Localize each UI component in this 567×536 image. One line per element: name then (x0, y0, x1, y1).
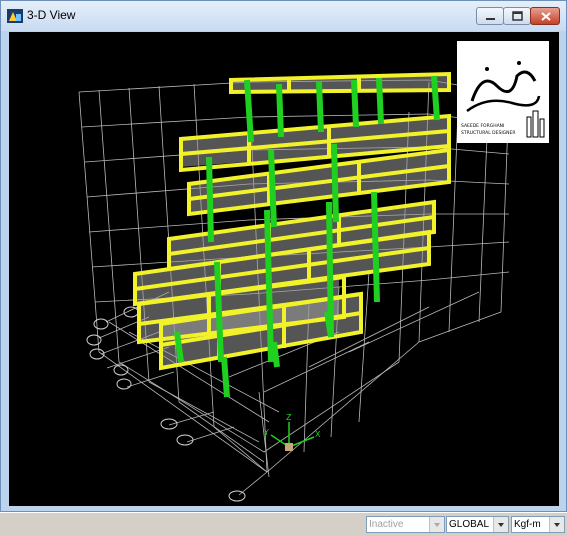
axis-label-x: X (315, 430, 321, 439)
title-bar[interactable]: 3-D View (1, 1, 566, 31)
minimize-icon (486, 18, 495, 20)
axis-label-y: Y (263, 428, 269, 437)
coordinate-system-value: GLOBAL (449, 519, 490, 530)
close-button[interactable] (530, 7, 560, 25)
close-icon (541, 12, 551, 21)
units-value: Kgf-m (514, 519, 541, 530)
chevron-down-icon[interactable] (549, 517, 564, 532)
designer-logo: SAEEDE FORGHANI STRUCTURAL DESIGNER (457, 41, 549, 143)
state-dropdown-value: Inactive (369, 519, 404, 530)
grid-bubble (228, 490, 246, 502)
logo-caption-1: SAEEDE FORGHANI (461, 123, 504, 129)
grid-bubble (93, 318, 109, 330)
chevron-down-icon (429, 517, 444, 532)
status-bar: Inactive GLOBAL Kgf-m (0, 512, 567, 536)
3d-view-window: 3-D View Z Y X SAEEDE FORGHANI STRUCTURA… (0, 0, 567, 512)
etabs-app-icon (7, 9, 23, 23)
units-dropdown[interactable]: Kgf-m (511, 516, 565, 533)
chevron-down-icon[interactable] (493, 517, 508, 532)
state-dropdown: Inactive (366, 516, 445, 533)
3d-model-viewport[interactable]: Z Y X SAEEDE FORGHANI STRUCTURAL DESIGNE… (9, 32, 559, 506)
maximize-button[interactable] (503, 7, 531, 25)
logo-caption-2: STRUCTURAL DESIGNER (461, 130, 516, 136)
grid-bubble (86, 334, 102, 346)
grid-bubble (116, 378, 132, 390)
grid-bubble (160, 418, 178, 430)
designer-logo-graphic: SAEEDE FORGHANI STRUCTURAL DESIGNER (461, 61, 545, 138)
grid-bubble (176, 434, 194, 446)
axis-label-z: Z (286, 413, 292, 422)
grid-bubble (113, 364, 129, 376)
maximize-icon (512, 11, 523, 21)
minimize-button[interactable] (476, 7, 504, 25)
coordinate-system-dropdown[interactable]: GLOBAL (446, 516, 509, 533)
window-title: 3-D View (27, 8, 76, 22)
axis-triad: Z Y X (263, 413, 321, 451)
